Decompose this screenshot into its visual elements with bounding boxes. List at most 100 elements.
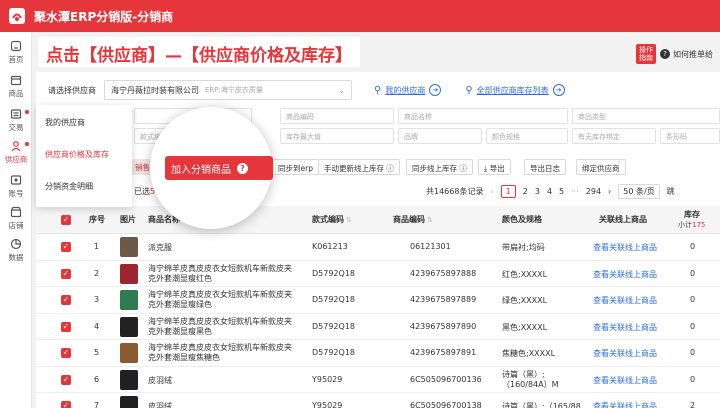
row-linked-link[interactable]: 查看关联线上商品 bbox=[593, 242, 657, 253]
page-size-select[interactable]: 50 条/页 bbox=[618, 184, 660, 199]
product-thumbnail[interactable] bbox=[120, 290, 138, 310]
menu-item-my-suppliers[interactable]: 我的供应商 bbox=[45, 117, 85, 128]
color-spec-filter[interactable]: 颜色规格 bbox=[486, 128, 568, 144]
row-linked-link[interactable]: 查看关联线上商品 bbox=[593, 401, 657, 408]
rail-item-account[interactable]: 账号 bbox=[0, 174, 32, 199]
rail-item-trade[interactable]: 交易 bbox=[0, 108, 32, 133]
rail-label: 商品 bbox=[8, 89, 24, 98]
row-seq: 4 bbox=[94, 321, 100, 331]
manual-update-stock-button[interactable]: 手动更新线上库存 ⓘ bbox=[318, 159, 400, 175]
supplier-label: 请选择供应商 bbox=[48, 85, 96, 95]
row-checkbox[interactable]: ✓ bbox=[61, 348, 71, 358]
row-style-code: D5792Q18 bbox=[312, 348, 355, 357]
row-stock: 0 bbox=[690, 348, 696, 357]
stock-binding-filter[interactable]: 有无库存绑定 bbox=[572, 128, 656, 144]
row-item-code: 6C505096700138 bbox=[410, 401, 482, 408]
product-thumbnail[interactable] bbox=[120, 237, 138, 257]
brand-filter[interactable]: 品牌 bbox=[398, 128, 482, 144]
user-icon: ⚲ bbox=[374, 84, 382, 96]
rail-item-goods[interactable]: 商品 bbox=[0, 74, 32, 99]
guide-link[interactable]: 操作 指南 ? 如何推单给 bbox=[636, 44, 713, 64]
item-name-filter[interactable]: 商品名称 bbox=[398, 108, 568, 124]
supplier-select-hint: ERP:海宁皮衣质量 bbox=[205, 86, 263, 94]
sync-to-erp-button[interactable]: 同步到erp bbox=[272, 159, 319, 175]
supplier-select[interactable]: 海宁丹薇拉时装有限公司 ERP:海宁皮衣质量 ⌄ bbox=[104, 80, 352, 100]
row-stock: 0 bbox=[690, 374, 696, 384]
store-icon bbox=[10, 206, 22, 218]
table-row[interactable]: ✓ 5 海宁绵羊皮真皮皮衣女短款机车新款皮夹克外套潮显瘦焦糖色 D5792Q18 423… bbox=[36, 340, 720, 367]
product-thumbnail[interactable] bbox=[120, 316, 138, 337]
export-button[interactable]: ⤓ 导出 bbox=[478, 159, 511, 175]
page-3[interactable]: 3 bbox=[535, 187, 540, 196]
row-linked-link[interactable]: 查看关联线上商品 bbox=[593, 375, 657, 386]
notification-dot bbox=[25, 142, 29, 146]
my-suppliers-link[interactable]: 我的供应商 bbox=[385, 85, 425, 96]
rail-item-store[interactable]: 店铺 bbox=[0, 206, 32, 231]
total-count: 共14668条记录 bbox=[426, 187, 484, 196]
row-stock: 0 bbox=[690, 268, 696, 278]
page-last[interactable]: 294 bbox=[586, 187, 601, 196]
page-4[interactable]: 4 bbox=[547, 187, 552, 196]
download-icon: ⤓ bbox=[484, 164, 488, 173]
row-style-code: D5792Q18 bbox=[312, 268, 355, 278]
col-color-spec: 颜色及规格 bbox=[502, 215, 542, 224]
row-linked-link[interactable]: 查看关联线上商品 bbox=[593, 269, 657, 280]
supplier-selector-row: 请选择供应商 海宁丹薇拉时装有限公司 ERP:海宁皮衣质量 ⌄ ⚲ 我的供应商 … bbox=[48, 80, 565, 100]
row-checkbox[interactable]: ✓ bbox=[61, 242, 71, 252]
row-linked-link[interactable]: 查看关联线上商品 bbox=[593, 295, 657, 306]
menu-item-fund-detail[interactable]: 分销资金明细 bbox=[45, 181, 93, 192]
page-5[interactable]: 5 bbox=[559, 187, 564, 196]
row-color-spec: 红色;XXXXL bbox=[502, 269, 548, 279]
main-panel: 请选择供应商 海宁丹薇拉时装有限公司 ERP:海宁皮衣质量 ⌄ ⚲ 我的供应商 … bbox=[36, 72, 720, 408]
arrow-right-icon[interactable]: ➔ bbox=[429, 84, 442, 96]
table-row[interactable]: ✓ 2 海宁绵羊皮真皮皮衣女短款机车新款皮夹克外套潮显瘦红色 D5792Q18 4239… bbox=[36, 260, 720, 287]
export-log-button[interactable]: 导出日志 bbox=[524, 159, 566, 175]
row-linked-link[interactable]: 查看关联线上商品 bbox=[593, 322, 657, 333]
add-distribution-item-button[interactable]: 加入分销商品 ? bbox=[165, 156, 273, 180]
bind-supplier-button[interactable]: 绑定供应商 bbox=[576, 159, 626, 175]
barcode-filter[interactable]: 条形码 bbox=[660, 128, 720, 144]
arrow-right-icon[interactable]: ➔ bbox=[552, 84, 565, 96]
row-item-code: 4239675897891 bbox=[410, 348, 477, 357]
item-code-filter[interactable]: 商品编码 bbox=[280, 108, 394, 124]
row-checkbox[interactable]: ✓ bbox=[61, 374, 71, 385]
row-checkbox[interactable]: ✓ bbox=[61, 268, 71, 279]
rail-label: 交易 bbox=[8, 123, 24, 132]
row-checkbox[interactable]: ✓ bbox=[61, 321, 71, 332]
table-row[interactable]: ✓ 3 海宁绵羊皮真皮皮衣女短款机车新款皮夹克外套潮显瘦绿色 D5792Q18 4239… bbox=[36, 287, 720, 314]
prev-page-icon[interactable]: ‹ bbox=[490, 187, 493, 196]
rail-label: 数据 bbox=[8, 253, 24, 262]
product-thumbnail[interactable] bbox=[120, 263, 138, 284]
col-item-code[interactable]: 商品编码 ⇅ bbox=[393, 214, 433, 225]
row-seq: 5 bbox=[94, 348, 100, 357]
table-row[interactable]: ✓ 7 皮羽绒 Y95029 6C505096700138 诗篇（黑）;（165/88 查看… bbox=[36, 393, 720, 408]
page-1[interactable]: 1 bbox=[500, 185, 516, 198]
rail-label: 首页 bbox=[8, 55, 24, 64]
menu-item-price-stock[interactable]: 供应商价格及库存 bbox=[45, 149, 109, 160]
all-supplier-stock-link[interactable]: 全部供应商库存列表 bbox=[477, 85, 549, 96]
rail-item-data[interactable]: 数据 bbox=[0, 238, 32, 263]
product-thumbnail[interactable] bbox=[120, 343, 138, 363]
next-page-icon[interactable]: › bbox=[608, 187, 611, 196]
row-style-code: D5792Q18 bbox=[312, 321, 355, 331]
col-style-code[interactable]: 款式编码 ⇅ bbox=[312, 214, 352, 225]
table-row[interactable]: ✓ 1 派克服 K061213 06121301 带扁衬;均码 查看关联线上商品 0 bbox=[36, 234, 720, 261]
page-2[interactable]: 2 bbox=[523, 187, 528, 196]
product-thumbnail[interactable] bbox=[120, 396, 138, 408]
product-thumbnail[interactable] bbox=[120, 369, 138, 390]
rail-item-supplier[interactable]: 供应商 bbox=[0, 140, 32, 165]
page-ellipsis[interactable]: ··· bbox=[571, 187, 579, 196]
col-image: 图片 bbox=[120, 215, 136, 224]
item-type-filter[interactable]: 商品类型 bbox=[572, 108, 720, 124]
stock-max-filter[interactable]: 库存最大值 bbox=[280, 128, 394, 144]
sync-online-stock-button[interactable]: 同步线上库存 ⓘ bbox=[406, 159, 473, 175]
supplier-select-value: 海宁丹薇拉时装有限公司 bbox=[111, 85, 199, 95]
row-checkbox[interactable]: ✓ bbox=[61, 295, 71, 305]
rail-item-home[interactable]: 首页 bbox=[0, 40, 32, 65]
row-color-spec: 诗篇（黑）;（165/88 bbox=[502, 402, 581, 408]
table-row[interactable]: ✓ 6 皮羽绒 Y95029 6C505096700136 诗篇（黑）;（160/84A）… bbox=[36, 366, 720, 393]
row-checkbox[interactable]: ✓ bbox=[61, 401, 71, 408]
select-all-checkbox[interactable]: ✓ bbox=[61, 215, 71, 225]
row-linked-link[interactable]: 查看关联线上商品 bbox=[593, 348, 657, 359]
table-row[interactable]: ✓ 4 海宁绵羊皮真皮皮衣女短款机车新款皮夹克外套潮显瘦黑色 D5792Q18 4239… bbox=[36, 313, 720, 340]
